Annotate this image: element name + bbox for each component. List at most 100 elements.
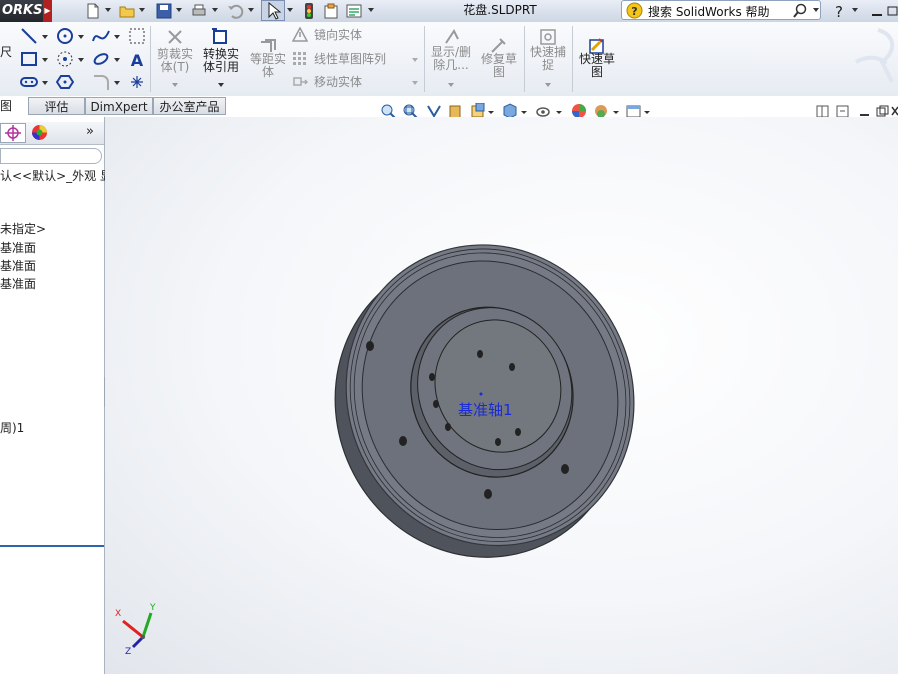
chevron-down-icon[interactable]: [114, 58, 120, 62]
print-icon[interactable]: [190, 2, 208, 20]
chevron-down-icon[interactable]: [545, 83, 551, 87]
chevron-down-icon[interactable]: [412, 58, 418, 62]
chevron-down-icon[interactable]: [248, 8, 254, 12]
chevron-down-icon[interactable]: [813, 8, 819, 12]
chevron-down-icon[interactable]: [42, 81, 48, 85]
chevron-down-icon[interactable]: [42, 35, 48, 39]
quick-snaps-button[interactable]: 快速捕 捉: [526, 46, 570, 72]
dashed-box-icon[interactable]: [128, 27, 146, 45]
mirror-entities-button[interactable]: 镜向实体: [314, 29, 362, 42]
display-style-icon[interactable]: [503, 103, 517, 119]
filter-input[interactable]: [0, 148, 102, 164]
chevron-down-icon[interactable]: [644, 111, 650, 114]
chevron-down-icon[interactable]: [448, 83, 454, 87]
circle-icon[interactable]: [56, 27, 74, 45]
display-relations-icon[interactable]: [442, 27, 462, 47]
offset-entities-button[interactable]: 等距实 体: [247, 53, 289, 79]
tab-dimxpert-manager[interactable]: [0, 123, 26, 143]
display-delete-relations-button[interactable]: 显示/删 除几...: [428, 46, 474, 72]
help-search-field[interactable]: ? 搜索 SolidWorks 帮助: [621, 0, 821, 20]
polygon-icon[interactable]: [56, 50, 74, 68]
spline-icon[interactable]: [92, 27, 110, 45]
chevron-down-icon[interactable]: [488, 111, 494, 114]
move-entities-button[interactable]: 移动实体: [314, 76, 362, 89]
traffic-light-icon[interactable]: [300, 2, 318, 20]
expand-tabs-icon[interactable]: »: [86, 124, 94, 139]
tab-display-manager[interactable]: [27, 123, 53, 143]
collapse-icon[interactable]: [836, 105, 849, 118]
rapid-sketch-button[interactable]: 快速草 图: [575, 53, 619, 79]
tree-item-feature[interactable]: 周)1: [0, 421, 24, 435]
chevron-down-icon[interactable]: [613, 111, 619, 114]
chevron-down-icon[interactable]: [287, 8, 293, 12]
smart-dimension-label[interactable]: 尺: [0, 46, 12, 59]
tree-item-material[interactable]: 未指定>: [0, 222, 46, 236]
menu-arrow-icon[interactable]: ▶: [43, 0, 52, 22]
help-icon[interactable]: ?: [830, 2, 848, 20]
minimize-icon[interactable]: [868, 2, 886, 20]
new-document-icon[interactable]: [84, 2, 102, 20]
mirror-icon[interactable]: [292, 27, 308, 43]
restore-icon[interactable]: [886, 2, 898, 20]
trim-entities-button[interactable]: 剪裁实 体(T): [154, 48, 196, 74]
chevron-down-icon[interactable]: [114, 81, 120, 85]
chevron-down-icon[interactable]: [556, 111, 562, 114]
hide-show-items-icon[interactable]: [536, 107, 550, 117]
trim-icon[interactable]: [165, 27, 185, 47]
select-button[interactable]: [261, 0, 285, 21]
datum-axis-label[interactable]: 基准轴1: [458, 401, 513, 419]
convert-entities-icon[interactable]: [210, 27, 230, 47]
restore-view-icon[interactable]: [876, 105, 889, 117]
chevron-down-icon[interactable]: [852, 8, 858, 12]
chevron-down-icon[interactable]: [139, 8, 145, 12]
chevron-down-icon[interactable]: [412, 81, 418, 85]
edit-appearance-icon[interactable]: [572, 104, 586, 118]
move-entities-icon[interactable]: [292, 74, 308, 90]
graphics-viewport[interactable]: 基准轴1 X Y Z: [105, 117, 898, 674]
close-view-icon[interactable]: [891, 106, 898, 116]
linear-pattern-button[interactable]: 线性草图阵列: [314, 53, 386, 66]
convert-entities-button[interactable]: 转换实 体引用: [200, 48, 242, 74]
hexagon-icon[interactable]: [56, 73, 74, 91]
tab-office-products[interactable]: 办公室产品: [153, 97, 226, 115]
chevron-down-icon[interactable]: [105, 8, 111, 12]
chevron-down-icon[interactable]: [521, 111, 527, 114]
point-icon[interactable]: [128, 73, 146, 91]
file-properties-icon[interactable]: [322, 2, 340, 20]
chevron-down-icon[interactable]: [114, 35, 120, 39]
chevron-down-icon[interactable]: [78, 35, 84, 39]
chevron-down-icon[interactable]: [78, 58, 84, 62]
chevron-down-icon[interactable]: [212, 8, 218, 12]
search-icon[interactable]: [792, 3, 808, 19]
undo-icon[interactable]: [226, 2, 244, 20]
chevron-down-icon[interactable]: [172, 83, 178, 87]
line-icon[interactable]: [20, 27, 38, 45]
fillet-icon[interactable]: [92, 73, 110, 91]
view-settings-icon[interactable]: [626, 105, 641, 118]
chevron-down-icon[interactable]: [176, 8, 182, 12]
tab-evaluate[interactable]: 评估: [28, 97, 85, 115]
slot-icon[interactable]: [20, 73, 38, 91]
text-icon[interactable]: A: [128, 50, 146, 68]
rollback-bar[interactable]: [0, 545, 104, 547]
tree-item-plane[interactable]: 基准面: [0, 259, 36, 273]
options-icon[interactable]: [345, 2, 363, 20]
chevron-down-icon[interactable]: [42, 58, 48, 62]
split-view-icon[interactable]: [816, 105, 829, 118]
linear-pattern-icon[interactable]: [292, 51, 308, 67]
tree-item-plane[interactable]: 基准面: [0, 277, 36, 291]
ellipse-icon[interactable]: [92, 50, 110, 68]
open-folder-icon[interactable]: [118, 2, 136, 20]
rectangle-icon[interactable]: [20, 50, 38, 68]
repair-sketch-button[interactable]: 修复草 图: [477, 53, 521, 79]
chevron-down-icon[interactable]: [368, 8, 374, 12]
tab-dimxpert[interactable]: DimXpert: [85, 97, 153, 115]
save-icon[interactable]: [155, 2, 173, 20]
chevron-down-icon[interactable]: [218, 83, 224, 87]
part-model[interactable]: 基准轴1: [105, 117, 898, 674]
tab-partial[interactable]: 图: [0, 97, 28, 115]
tree-item-plane[interactable]: 基准面: [0, 241, 36, 255]
quick-snaps-icon[interactable]: [538, 27, 558, 47]
view-orientation-icon[interactable]: [471, 103, 485, 118]
previous-view-icon[interactable]: [427, 105, 441, 118]
